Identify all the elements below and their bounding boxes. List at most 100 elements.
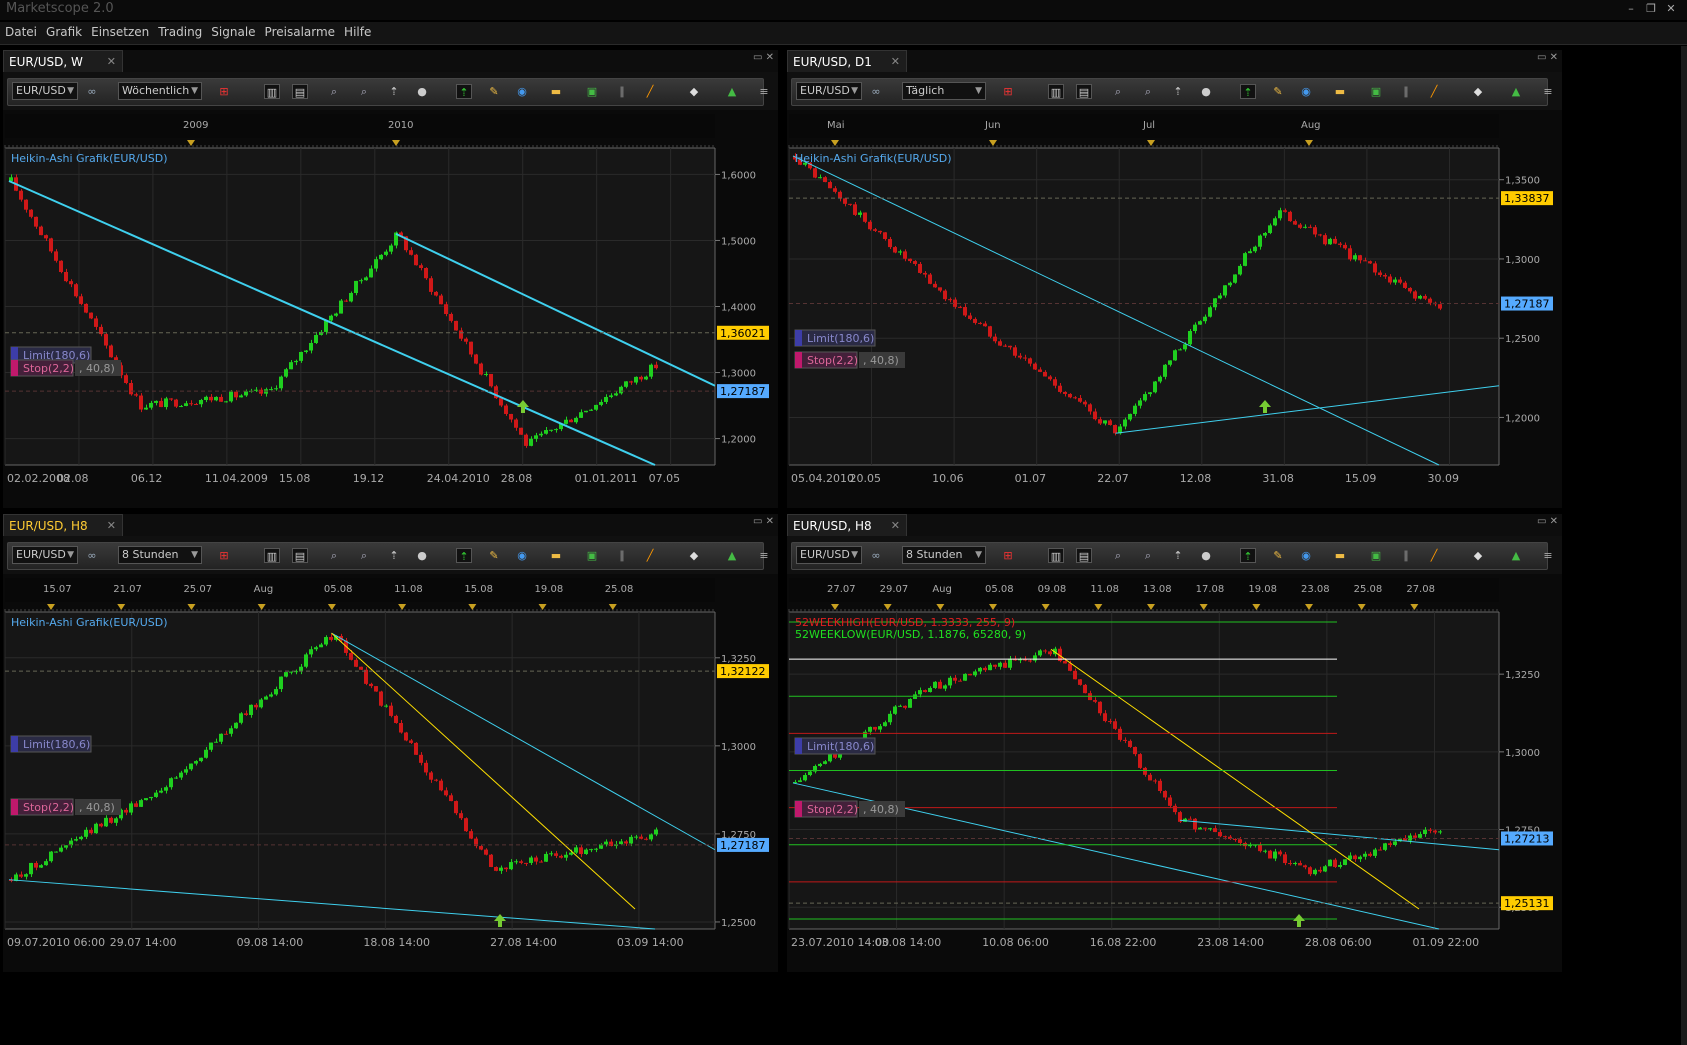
close-tab-icon[interactable]: ✕ bbox=[107, 55, 116, 68]
zoom-in-icon[interactable]: ⌕ bbox=[1110, 84, 1126, 99]
panel-window-controls[interactable]: ▭ ✕ bbox=[1537, 52, 1558, 63]
crosshair-icon[interactable]: ● bbox=[1198, 548, 1214, 563]
eraser-icon[interactable]: ◆ bbox=[686, 548, 702, 563]
bars-icon[interactable]: ▤ bbox=[1076, 548, 1092, 563]
bars-icon[interactable]: ▤ bbox=[292, 548, 308, 563]
menu-grafik[interactable]: Grafik bbox=[41, 22, 86, 39]
price-chart[interactable]: 05.04.201020.05 10.06 01.07 22.07 12.08 31.08… bbox=[787, 110, 1562, 508]
menu-icon[interactable]: ≡ bbox=[1540, 548, 1556, 563]
menu-einsetzen[interactable]: Einsetzen bbox=[86, 22, 153, 39]
close-tab-icon[interactable]: ✕ bbox=[891, 55, 900, 68]
crosshair-icon[interactable]: ● bbox=[414, 548, 430, 563]
panel-window-controls[interactable]: ▭ ✕ bbox=[1537, 516, 1558, 527]
symbol-select[interactable]: EUR/USD ▼ bbox=[796, 546, 862, 564]
cursor-icon[interactable]: ⇡ bbox=[386, 548, 402, 563]
pencil-icon[interactable]: ╱ bbox=[1426, 548, 1442, 563]
ruler-icon[interactable]: ▬ bbox=[548, 84, 564, 99]
globe-icon[interactable]: ◉ bbox=[1298, 84, 1314, 99]
note-icon[interactable]: ✎ bbox=[486, 84, 502, 99]
link-icon[interactable]: ∞ bbox=[868, 548, 884, 563]
chart-tab[interactable]: EUR/USD, D1 ✕ bbox=[787, 50, 907, 72]
chart-tab[interactable]: EUR/USD, H8 ✕ bbox=[787, 514, 907, 536]
restore-button[interactable]: ❐ bbox=[1641, 2, 1661, 15]
symbol-select[interactable]: EUR/USD ▼ bbox=[796, 82, 862, 100]
crosshair-icon[interactable]: ● bbox=[414, 84, 430, 99]
panel-window-controls[interactable]: ▭ ✕ bbox=[753, 52, 774, 63]
zoom-in-icon[interactable]: ⌕ bbox=[326, 84, 342, 99]
menu-preisalarme[interactable]: Preisalarme bbox=[260, 22, 340, 39]
price-chart[interactable]: 09.07.2010 06:00 29.07 14:00 09.08 14:00 18… bbox=[3, 574, 778, 972]
eraser-icon[interactable]: ◆ bbox=[686, 84, 702, 99]
indicator-icon[interactable]: ⇡ bbox=[456, 84, 472, 99]
period-select[interactable]: Täglich ▼ bbox=[902, 82, 986, 100]
zoom-in-icon[interactable]: ⌕ bbox=[1110, 548, 1126, 563]
candles-icon[interactable]: ▥ bbox=[264, 84, 280, 99]
chart-tab[interactable]: EUR/USD, W ✕ bbox=[3, 50, 123, 72]
ruler-icon[interactable]: ▬ bbox=[1332, 548, 1348, 563]
link-icon[interactable]: ∞ bbox=[868, 84, 884, 99]
indicator-icon[interactable]: ⇡ bbox=[1240, 84, 1256, 99]
link-icon[interactable]: ∞ bbox=[84, 548, 100, 563]
zoom-out-icon[interactable]: ⌕ bbox=[356, 548, 372, 563]
tree-icon[interactable]: ▲ bbox=[724, 548, 740, 563]
period-select[interactable]: 8 Stunden ▼ bbox=[902, 546, 986, 564]
zoom-out-icon[interactable]: ⌕ bbox=[356, 84, 372, 99]
channel-icon[interactable]: ∥ bbox=[1398, 84, 1414, 99]
note-icon[interactable]: ✎ bbox=[1270, 84, 1286, 99]
ruler-icon[interactable]: ▬ bbox=[1332, 84, 1348, 99]
picture-icon[interactable]: ▣ bbox=[584, 84, 600, 99]
cursor-icon[interactable]: ⇡ bbox=[1170, 84, 1186, 99]
menu-signale[interactable]: Signale bbox=[206, 22, 259, 39]
price-chart[interactable]: 02.02.200802.08 06.12 11.04.2009 15.08 19.12… bbox=[3, 110, 778, 508]
minimize-button[interactable]: – bbox=[1621, 2, 1641, 15]
indicator-icon[interactable]: ⇡ bbox=[456, 548, 472, 563]
menu-icon[interactable]: ≡ bbox=[756, 548, 772, 563]
chart-type-icon[interactable]: ⊞ bbox=[1000, 84, 1016, 99]
note-icon[interactable]: ✎ bbox=[1270, 548, 1286, 563]
panel-window-controls[interactable]: ▭ ✕ bbox=[753, 516, 774, 527]
eraser-icon[interactable]: ◆ bbox=[1470, 84, 1486, 99]
close-button[interactable]: ✕ bbox=[1661, 2, 1681, 15]
ruler-icon[interactable]: ▬ bbox=[548, 548, 564, 563]
pencil-icon[interactable]: ╱ bbox=[642, 84, 658, 99]
close-tab-icon[interactable]: ✕ bbox=[891, 519, 900, 532]
bars-icon[interactable]: ▤ bbox=[292, 84, 308, 99]
symbol-select[interactable]: EUR/USD ▼ bbox=[12, 82, 78, 100]
indicator-icon[interactable]: ⇡ bbox=[1240, 548, 1256, 563]
menu-hilfe[interactable]: Hilfe bbox=[339, 22, 375, 39]
pencil-icon[interactable]: ╱ bbox=[1426, 84, 1442, 99]
chart-tab[interactable]: EUR/USD, H8 ✕ bbox=[3, 514, 123, 536]
menu-icon[interactable]: ≡ bbox=[756, 84, 772, 99]
menu-trading[interactable]: Trading bbox=[153, 22, 206, 39]
symbol-select[interactable]: EUR/USD ▼ bbox=[12, 546, 78, 564]
channel-icon[interactable]: ∥ bbox=[1398, 548, 1414, 563]
eraser-icon[interactable]: ◆ bbox=[1470, 548, 1486, 563]
picture-icon[interactable]: ▣ bbox=[584, 548, 600, 563]
channel-icon[interactable]: ∥ bbox=[614, 84, 630, 99]
globe-icon[interactable]: ◉ bbox=[514, 548, 530, 563]
candles-icon[interactable]: ▥ bbox=[264, 548, 280, 563]
period-select[interactable]: Wöchentlich ▼ bbox=[118, 82, 202, 100]
menu-datei[interactable]: Datei bbox=[0, 22, 41, 39]
zoom-out-icon[interactable]: ⌕ bbox=[1140, 84, 1156, 99]
period-select[interactable]: 8 Stunden ▼ bbox=[118, 546, 202, 564]
chart-type-icon[interactable]: ⊞ bbox=[216, 548, 232, 563]
tree-icon[interactable]: ▲ bbox=[1508, 84, 1524, 99]
chart-type-icon[interactable]: ⊞ bbox=[1000, 548, 1016, 563]
chart-type-icon[interactable]: ⊞ bbox=[216, 84, 232, 99]
link-icon[interactable]: ∞ bbox=[84, 84, 100, 99]
cursor-icon[interactable]: ⇡ bbox=[386, 84, 402, 99]
bars-icon[interactable]: ▤ bbox=[1076, 84, 1092, 99]
menu-icon[interactable]: ≡ bbox=[1540, 84, 1556, 99]
pencil-icon[interactable]: ╱ bbox=[642, 548, 658, 563]
picture-icon[interactable]: ▣ bbox=[1368, 548, 1384, 563]
candles-icon[interactable]: ▥ bbox=[1048, 84, 1064, 99]
tree-icon[interactable]: ▲ bbox=[1508, 548, 1524, 563]
tree-icon[interactable]: ▲ bbox=[724, 84, 740, 99]
window-scrollbar[interactable] bbox=[1681, 46, 1687, 1045]
picture-icon[interactable]: ▣ bbox=[1368, 84, 1384, 99]
price-chart[interactable]: 23.07.2010 14:0003.08 14:00 10.08 06:00 16… bbox=[787, 574, 1562, 972]
crosshair-icon[interactable]: ● bbox=[1198, 84, 1214, 99]
candles-icon[interactable]: ▥ bbox=[1048, 548, 1064, 563]
globe-icon[interactable]: ◉ bbox=[1298, 548, 1314, 563]
